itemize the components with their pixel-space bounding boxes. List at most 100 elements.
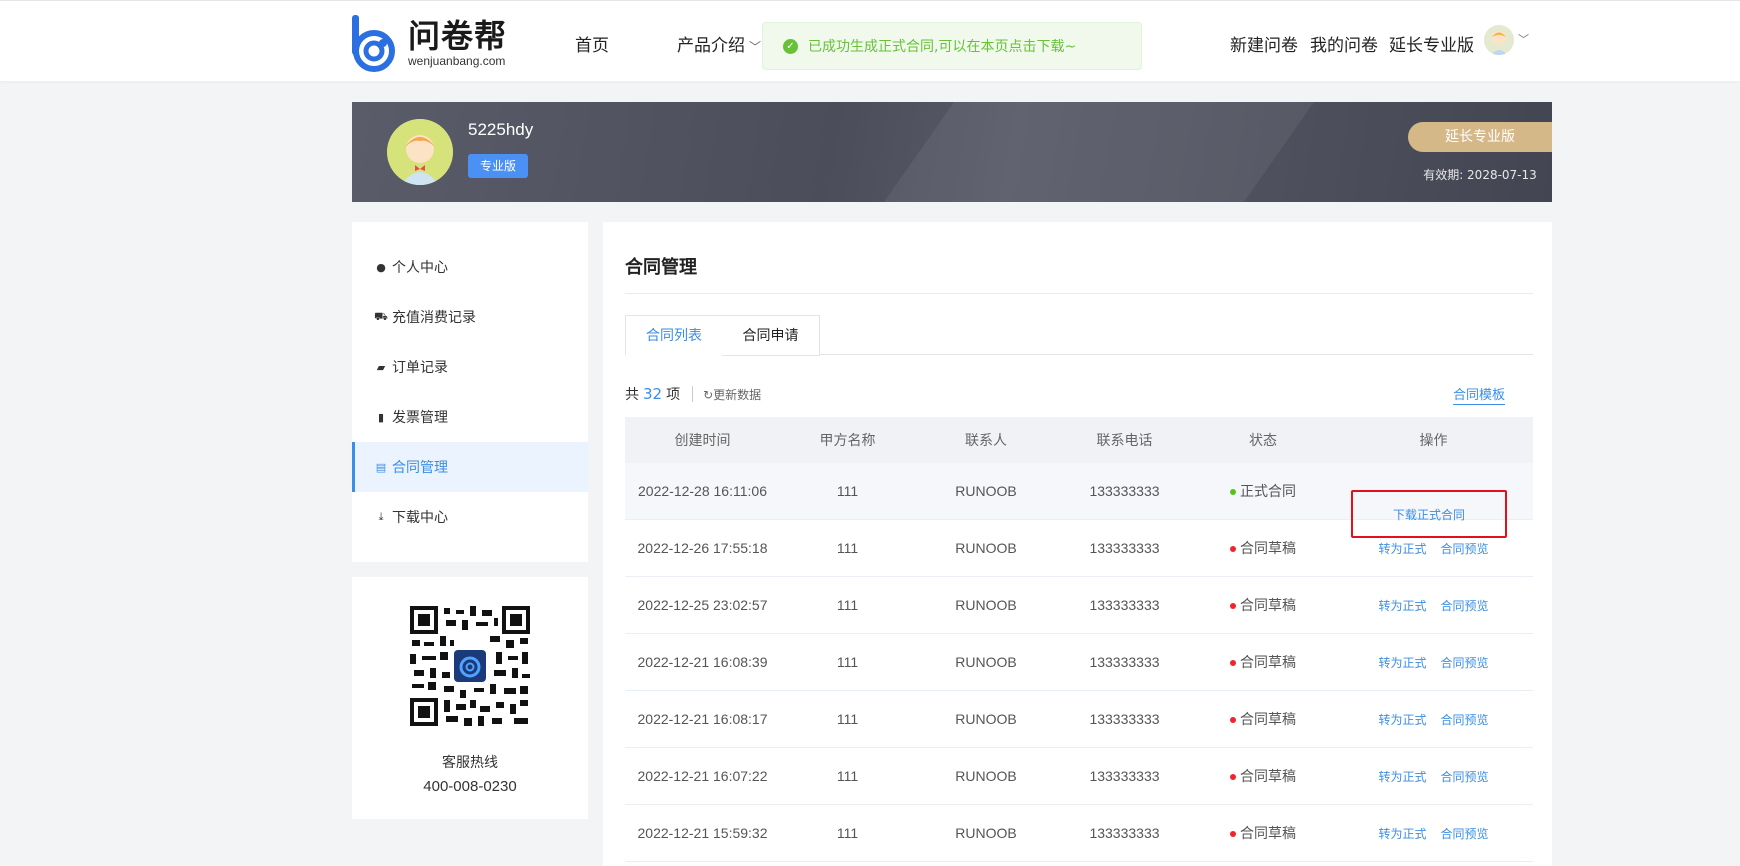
cell-created: 2022-12-21 16:07:22 [637,768,768,784]
nav-new-survey[interactable]: 新建问卷 [1230,31,1298,56]
tab-contract-list[interactable]: 合同列表 [625,315,723,356]
sidebar-item-orders[interactable]: ▰ 订单记录 [352,342,588,392]
nav-extend-pro[interactable]: 延长专业版 [1389,31,1474,56]
toast-message: 已成功生成正式合同,可以在本页点击下载~ [808,39,1077,55]
cell-party: 111 [836,825,859,841]
cell-contact: RUNOOB [955,483,1017,499]
extend-pro-button[interactable]: 延长专业版 [1408,122,1552,152]
status-badge: 正式合同 [1192,481,1334,501]
ticket-icon: ▰ [376,360,386,374]
convert-formal-button[interactable]: 转为正式 [1378,656,1426,670]
contract-panel: 合同管理 合同列表 合同申请 共 32 项 ↻更新数据 合同模板 创建时间 甲方… [603,222,1552,866]
cell-contact: RUNOOB [955,711,1017,727]
document-icon: ▤ [375,460,387,474]
avatar[interactable] [1484,25,1514,55]
table-row: 2022-12-21 16:07:22 111 RUNOOB 133333333… [625,748,1533,805]
cell-phone: 133333333 [1089,540,1160,556]
status-label: 合同草稿 [1240,541,1296,557]
cell-actions: 转为正式 合同预览 [1334,540,1533,557]
total-count: 32 [643,385,663,403]
status-badge: 合同草稿 [1192,823,1334,843]
cell-created: 2022-12-28 16:11:06 [638,483,767,499]
convert-formal-button[interactable]: 转为正式 [1378,770,1426,784]
status-dot [1230,831,1236,837]
cell-party: 111 [836,483,859,499]
cell-party: 111 [836,711,859,727]
status-label: 合同草稿 [1240,598,1296,614]
status-label: 合同草稿 [1240,712,1296,728]
convert-formal-button[interactable]: 转为正式 [1378,713,1426,727]
chevron-down-icon: ﹀ [749,40,762,54]
cell-created: 2022-12-26 17:55:18 [637,540,768,556]
cell-contact: RUNOOB [955,825,1017,841]
clipboard-icon: ▮ [377,410,385,424]
status-label: 合同草稿 [1240,826,1296,842]
status-badge: 合同草稿 [1192,652,1334,672]
convert-formal-button[interactable]: 转为正式 [1378,599,1426,613]
sidebar-item-download[interactable]: ⤓ 下载中心 [352,492,588,542]
nav-product[interactable]: 产品介绍 ﹀ [677,31,761,56]
refresh-icon: ↻ [703,387,714,402]
convert-formal-button[interactable]: 转为正式 [1378,827,1426,841]
cell-actions: 转为正式 合同预览 [1334,768,1533,785]
brand-logo-icon [350,13,402,73]
cell-actions: 转为正式 合同预览 [1334,825,1533,842]
preview-contract-button[interactable]: 合同预览 [1441,599,1489,613]
sidebar-item-invoice[interactable]: ▮ 发票管理 [352,392,588,442]
preview-contract-button[interactable]: 合同预览 [1441,713,1489,727]
sidebar-item-contract[interactable]: ▤ 合同管理 [352,442,588,492]
cell-phone: 133333333 [1089,654,1160,670]
status-dot [1230,774,1236,780]
preview-contract-button[interactable]: 合同预览 [1441,656,1489,670]
preview-contract-button[interactable]: 合同预览 [1441,770,1489,784]
brand-logo[interactable]: 问卷帮 wenjuanbang.com [350,13,507,73]
convert-formal-button[interactable]: 转为正式 [1378,542,1426,556]
contract-template-link[interactable]: 合同模板 [1453,384,1506,405]
status-label: 合同草稿 [1240,655,1296,671]
cell-contact: RUNOOB [955,540,1017,556]
table-row: 2022-12-28 16:11:06 111 RUNOOB 133333333… [625,463,1533,538]
divider [692,386,694,402]
chevron-down-icon[interactable]: ﹀ [1518,31,1529,47]
support-card: 客服热线 400-008-0230 [352,577,588,819]
sidebar: ● 个人中心 ⛟ 充值消费记录 ▰ 订单记录 ▮ 发票管理 ▤ 合同管理 ⤓ 下载中心 [352,222,588,562]
table-header: 创建时间 甲方名称 联系人 联系电话 状态 操作 [625,417,1533,463]
sidebar-item-label: 订单记录 [392,360,448,376]
cell-actions: 转为正式 合同预览 [1334,597,1533,614]
support-phone: 400-008-0230 [423,778,517,795]
page-title: 合同管理 [625,257,697,278]
download-contract-button[interactable]: 下载正式合同 [1393,506,1465,523]
preview-contract-button[interactable]: 合同预览 [1441,542,1489,556]
nav-my-survey[interactable]: 我的问卷 [1310,31,1378,56]
sidebar-item-label: 个人中心 [392,260,448,276]
preview-contract-button[interactable]: 合同预览 [1441,827,1489,841]
pro-badge: 专业版 [468,154,528,178]
profile-avatar [387,119,453,185]
cell-contact: RUNOOB [955,597,1017,613]
column-header-actions: 操作 [1419,433,1448,449]
table-row: 2022-12-21 15:59:32 111 RUNOOB 133333333… [625,805,1533,862]
refresh-button[interactable]: ↻更新数据 [703,386,761,403]
refresh-label: 更新数据 [713,387,762,402]
summary-prefix: 共 [625,387,639,403]
qr-code [410,606,530,726]
tab-contract-apply[interactable]: 合同申请 [722,315,820,356]
cell-actions: 转为正式 合同预览 [1334,654,1533,671]
sidebar-item-label: 下载中心 [392,510,448,526]
list-summary: 共 32 项 ↻更新数据 [625,384,761,404]
success-toast: ✓ 已成功生成正式合同,可以在本页点击下载~ [762,22,1142,70]
sidebar-item-personal[interactable]: ● 个人中心 [352,242,588,292]
sidebar-item-recharge[interactable]: ⛟ 充值消费记录 [352,292,588,342]
cell-phone: 133333333 [1089,597,1160,613]
column-header-party: 甲方名称 [819,433,876,449]
cell-party: 111 [836,540,859,556]
cell-phone: 133333333 [1089,711,1160,727]
status-dot [1230,546,1236,552]
column-header-phone: 联系电话 [1096,433,1153,449]
cell-created: 2022-12-21 15:59:32 [637,825,768,841]
table-row: 2022-12-21 16:08:39 111 RUNOOB 133333333… [625,634,1533,691]
status-badge: 合同草稿 [1192,709,1334,729]
nav-home[interactable]: 首页 [575,31,609,56]
validity-date: 有效期: 2028-07-13 [1423,168,1537,182]
tab-bar: 合同列表 合同申请 [625,315,1533,356]
